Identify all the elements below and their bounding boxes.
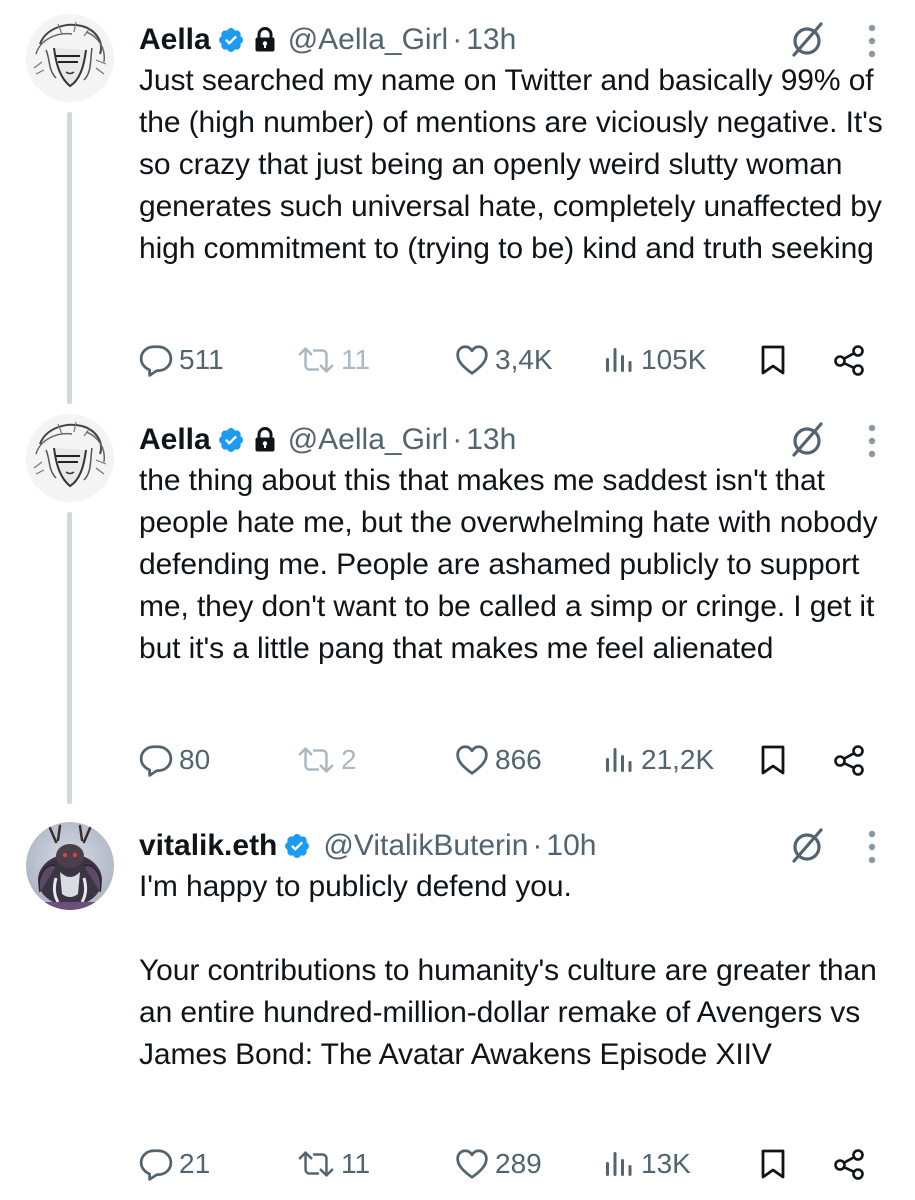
retweet-count: 2 (341, 744, 357, 775)
views-button[interactable]: 13K (603, 1144, 691, 1184)
retweet-icon (297, 344, 335, 376)
retweet-icon (297, 1148, 335, 1180)
bookmark-button[interactable] (757, 1144, 789, 1184)
retweet-button[interactable]: 11 (297, 1144, 370, 1184)
timestamp[interactable]: 13h (466, 23, 516, 57)
reply-count: 21 (179, 1148, 211, 1179)
share-button[interactable] (831, 1144, 867, 1184)
verified-badge-icon[interactable] (217, 426, 245, 454)
retweet-icon (297, 744, 335, 776)
grok-icon[interactable] (787, 826, 827, 866)
view-count: 21,2K (641, 744, 715, 775)
tweet-text: the thing about this that makes me sadde… (139, 464, 886, 665)
like-count: 289 (495, 1148, 542, 1179)
tweet-thread: Aella @Aella_Girl · 13h Just searched my… (0, 0, 915, 1200)
tweet[interactable]: vitalik.eth @VitalikButerin · 10h I'm ha… (0, 800, 915, 1200)
share-icon (831, 744, 867, 776)
heart-icon (455, 1147, 489, 1181)
tweet[interactable]: Aella @Aella_Girl · 13h Just searched my… (0, 0, 915, 400)
tweet[interactable]: Aella @Aella_Girl · 13h the thing about … (0, 400, 915, 800)
views-button[interactable]: 21,2K (603, 740, 714, 780)
sketch-portrait-avatar-icon (26, 414, 114, 502)
separator-dot: · (452, 423, 463, 456)
bookmark-button[interactable] (757, 340, 789, 380)
author-name[interactable]: Aella (139, 23, 211, 57)
action-bar: 21 11 289 13K (139, 1144, 869, 1184)
view-count: 105K (641, 344, 707, 375)
share-button[interactable] (831, 340, 867, 380)
tweet-header: vitalik.eth @VitalikButerin · 10h (139, 824, 899, 868)
retweet-button[interactable]: 2 (297, 740, 357, 780)
bookmark-button[interactable] (757, 740, 789, 780)
avatar[interactable] (26, 822, 114, 910)
tweet-text: I'm happy to publicly defend you. Your c… (139, 870, 877, 1071)
reply-icon (139, 1147, 173, 1181)
separator-dot: · (532, 829, 543, 862)
more-vertical-icon[interactable] (867, 24, 877, 58)
retweet-button[interactable]: 11 (297, 340, 370, 380)
verified-badge-icon[interactable] (283, 832, 311, 860)
like-button[interactable]: 289 (455, 1144, 542, 1184)
reply-button[interactable]: 80 (139, 740, 210, 780)
bookmark-icon (757, 1147, 789, 1181)
verified-badge-icon[interactable] (217, 26, 245, 54)
share-button[interactable] (831, 740, 867, 780)
share-icon (831, 344, 867, 376)
reply-icon (139, 743, 173, 777)
action-bar: 511 11 3,4K 105K (139, 340, 869, 380)
author-handle[interactable]: @Aella_Girl (288, 23, 449, 57)
retweet-count: 11 (341, 1148, 371, 1179)
author-handle[interactable]: @Aella_Girl (288, 423, 449, 457)
avatar[interactable] (26, 414, 114, 502)
reply-button[interactable]: 511 (139, 340, 224, 380)
like-count: 3,4K (495, 344, 553, 375)
like-count: 866 (495, 744, 542, 775)
grok-icon[interactable] (787, 420, 827, 460)
tweet-text: Just searched my name on Twitter and bas… (139, 64, 891, 265)
views-icon (603, 744, 635, 776)
author-handle[interactable]: @VitalikButerin (323, 829, 528, 863)
sketch-portrait-avatar-icon (26, 14, 114, 102)
views-icon (603, 344, 635, 376)
author-name[interactable]: Aella (139, 423, 211, 457)
more-vertical-icon[interactable] (867, 424, 877, 458)
view-count: 13K (641, 1148, 691, 1179)
heart-icon (455, 343, 489, 377)
reply-count: 511 (179, 344, 224, 375)
more-vertical-icon[interactable] (867, 830, 877, 864)
avatar[interactable] (26, 14, 114, 102)
views-icon (603, 1148, 635, 1180)
lock-icon (254, 427, 276, 453)
retweet-count: 11 (341, 344, 371, 375)
heart-icon (455, 743, 489, 777)
creature-avatar-icon (26, 822, 114, 910)
lock-icon (254, 27, 276, 53)
author-name[interactable]: vitalik.eth (139, 829, 277, 863)
action-bar: 80 2 866 21,2K (139, 740, 869, 780)
timestamp[interactable]: 10h (546, 829, 596, 863)
like-button[interactable]: 3,4K (455, 340, 553, 380)
reply-count: 80 (179, 744, 211, 775)
bookmark-icon (757, 743, 789, 777)
tweet-header: Aella @Aella_Girl · 13h (139, 18, 899, 62)
timestamp[interactable]: 13h (466, 423, 516, 457)
bookmark-icon (757, 343, 789, 377)
share-icon (831, 1148, 867, 1180)
reply-icon (139, 343, 173, 377)
grok-icon[interactable] (787, 20, 827, 60)
tweet-header: Aella @Aella_Girl · 13h (139, 418, 899, 462)
reply-button[interactable]: 21 (139, 1144, 210, 1184)
like-button[interactable]: 866 (455, 740, 542, 780)
separator-dot: · (452, 23, 463, 56)
views-button[interactable]: 105K (603, 340, 706, 380)
